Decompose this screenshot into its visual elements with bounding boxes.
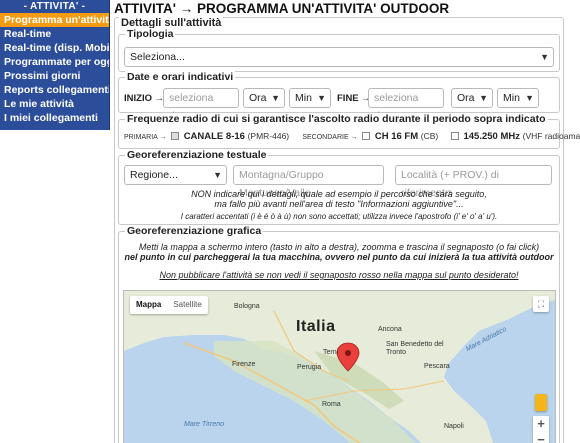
sea-tirreno: Mare Tirreno (184, 421, 225, 428)
place-roma: Roma (322, 401, 341, 408)
inizio-min-value: Min (295, 92, 312, 104)
montagna-input[interactable]: Montagna/Gruppo Montuoso/Valle (233, 165, 384, 199)
georef-note-1: NON indicare qui i dettagli, quale ad es… (191, 189, 487, 199)
main-content: ATTIVITA' → PROGRAMMA UN'ATTIVITA' OUTDO… (114, 0, 580, 443)
georef-text-fieldset: Georeferenziazione testuale Regione... ▼… (118, 149, 560, 225)
date-fieldset: Date e orari indicativi INIZIO → selezio… (118, 71, 560, 122)
fine-date-input[interactable]: seleziona data... (368, 88, 444, 122)
regione-value: Regione... (130, 169, 178, 181)
place-bologna: Bologna (234, 303, 260, 310)
sidebar-item-prossimi[interactable]: Prossimi giorni (0, 69, 109, 83)
place-san-benedetto: San Benedetto del Tronto (386, 341, 444, 356)
zoom-in-button[interactable]: + (533, 416, 549, 432)
map-type-tabs: Mappa Satellite (130, 296, 208, 314)
map-instructions-2: nel punto in cui parcheggerai la tua mac… (124, 252, 554, 262)
chevron-down-icon: ▼ (525, 93, 534, 103)
map-warning: Non pubblicare l'attività se non vedi il… (159, 270, 519, 280)
place-napoli: Napoli (444, 423, 464, 430)
place-firenze: Firenze (232, 361, 256, 368)
inizio-hour-select[interactable]: Ora ▼ (243, 88, 285, 108)
map-widget[interactable]: Mappa Satellite ⛶ Italia Firenze Perugia… (123, 290, 556, 443)
place-pescara: Pescara (424, 363, 450, 370)
ch16-note: (CB) (420, 131, 439, 141)
georef-note-3: I caratteri accentati (i è é ò à ù) non … (180, 212, 498, 221)
primary-note: (PMR-446) (247, 131, 290, 141)
tab-mappa[interactable]: Mappa (130, 296, 167, 314)
page-title: ATTIVITA' → PROGRAMMA UN'ATTIVITA' OUTDO… (114, 1, 450, 16)
ch16-label: CH 16 FM (374, 131, 419, 142)
details-fieldset: Dettagli sull'attività Tipologia Selezio… (114, 17, 580, 443)
place-terni: Terni (323, 349, 339, 356)
inizio-min-select[interactable]: Min ▼ (289, 88, 331, 108)
sidebar-item-reports[interactable]: Reports collegamenti (0, 83, 109, 97)
chevron-down-icon: ▼ (540, 52, 549, 62)
place-perugia: Perugia (297, 364, 322, 371)
sidebar-header: - ATTIVITA' - (23, 1, 86, 12)
sidebar-item-programma[interactable]: Programma un'attività (0, 13, 109, 27)
tipologia-fieldset: Tipologia Seleziona... ▼ (118, 28, 560, 72)
tipologia-select[interactable]: Seleziona... ▼ (124, 47, 554, 67)
fullscreen-icon[interactable]: ⛶ (533, 296, 549, 312)
ch16-checkbox[interactable] (362, 132, 371, 140)
georef-text-legend: Georeferenziazione testuale (125, 149, 269, 161)
marker-dot (345, 350, 351, 356)
vhf-checkbox[interactable] (450, 132, 459, 140)
vhf-note: (VHF radioamatoriale) (522, 131, 580, 141)
georef-map-fieldset: Georeferenziazione grafica Metti la mapp… (118, 225, 560, 443)
chevron-down-icon: ▼ (213, 170, 222, 180)
fine-hour-value: Ora (457, 92, 475, 104)
freq-legend: Frequenze radio di cui si garantisce l'a… (125, 113, 548, 125)
freq-fieldset: Frequenze radio di cui si garantisce l'a… (118, 113, 580, 149)
street-view-icon[interactable] (535, 394, 547, 411)
primary-channel: CANALE 8-16 (183, 131, 245, 142)
fine-min-value: Min (503, 92, 520, 104)
date-legend: Date e orari indicativi (125, 71, 236, 83)
fine-label: FINE → (337, 93, 371, 104)
sidebar: - ATTIVITA' - Programma un'attività Real… (0, 0, 110, 130)
localita-input[interactable]: Località (+ PROV.) di riferimento (395, 165, 552, 199)
tipologia-value: Seleziona... (130, 51, 185, 63)
sidebar-item-realtime-mobile[interactable]: Real-time (disp. Mobile) (0, 41, 109, 55)
primaria-label: PRIMARIA → (124, 134, 167, 141)
sidebar-item-realtime[interactable]: Real-time (0, 27, 109, 41)
regione-select[interactable]: Regione... ▼ (124, 165, 227, 185)
fine-hour-select[interactable]: Ora ▼ (451, 88, 493, 108)
tipologia-legend: Tipologia (125, 28, 176, 40)
tab-satellite[interactable]: Satellite (167, 296, 207, 314)
chevron-down-icon: ▼ (479, 93, 488, 103)
zoom-out-button[interactable]: − (533, 432, 549, 443)
place-ancona: Ancona (378, 326, 402, 333)
georef-note-2: ma fallo più avanti nell'area di testo "… (214, 199, 464, 209)
georef-map-legend: Georeferenziazione grafica (125, 225, 264, 237)
inizio-hour-value: Ora (249, 92, 267, 104)
country-label: Italia (296, 318, 336, 335)
chevron-down-icon: ▼ (271, 93, 280, 103)
sidebar-item-oggi[interactable]: Programmate per oggi (0, 55, 109, 69)
sidebar-item-mie-attivita[interactable]: Le mie attività (0, 97, 109, 111)
sidebar-item-miei-collegamenti[interactable]: I miei collegamenti (0, 111, 109, 125)
vhf-label: 145.250 MHz (463, 131, 520, 142)
inizio-label: INIZIO → (124, 93, 165, 104)
map-instructions-1: Metti la mappa a schermo intero (tasto i… (138, 242, 540, 252)
inizio-date-input[interactable]: seleziona data... (163, 88, 239, 122)
chevron-down-icon: ▼ (317, 93, 326, 103)
secondarie-label: SECONDARIE → (302, 134, 358, 141)
freq-row: PRIMARIA → CANALE 8-16 (PMR-446) SECONDA… (124, 131, 580, 142)
fine-min-select[interactable]: Min ▼ (497, 88, 539, 108)
primary-checkbox[interactable] (171, 132, 180, 140)
